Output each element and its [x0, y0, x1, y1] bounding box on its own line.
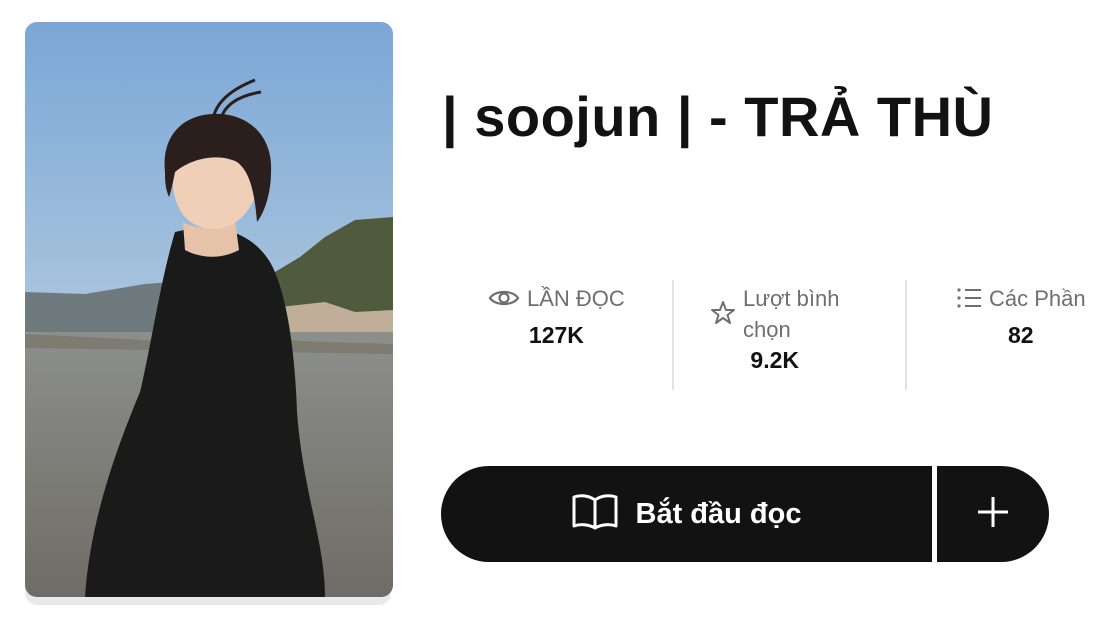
- story-cover-image[interactable]: [25, 22, 393, 597]
- stat-divider: [905, 280, 907, 390]
- stat-votes-value: 9.2K: [750, 347, 800, 373]
- stat-reads-label: LẦN ĐỌC: [527, 286, 625, 311]
- stat-reads-value: 127K: [528, 322, 584, 348]
- stat-votes-label-line2: chọn: [743, 317, 791, 342]
- add-to-library-button[interactable]: [937, 466, 1049, 562]
- eye-icon: [488, 283, 520, 313]
- story-title: | soojun | - TRẢ THÙ: [442, 85, 994, 148]
- star-icon: [710, 300, 736, 326]
- stat-votes: Lượt bình chọn 9.2K: [710, 283, 839, 374]
- start-reading-label: Bắt đầu đọc: [635, 497, 802, 530]
- stat-reads: LẦN ĐỌC 127K: [488, 283, 625, 349]
- start-reading-button[interactable]: Bắt đầu đọc: [441, 466, 932, 562]
- stat-parts: Các Phần 82: [956, 283, 1086, 349]
- book-icon: [572, 492, 618, 537]
- stat-parts-label: Các Phần: [989, 286, 1086, 311]
- stat-parts-value: 82: [1008, 322, 1034, 348]
- stat-divider: [672, 280, 674, 390]
- list-icon: [956, 286, 982, 310]
- stat-votes-label-line1: Lượt bình: [743, 286, 840, 311]
- plus-icon: [975, 494, 1011, 535]
